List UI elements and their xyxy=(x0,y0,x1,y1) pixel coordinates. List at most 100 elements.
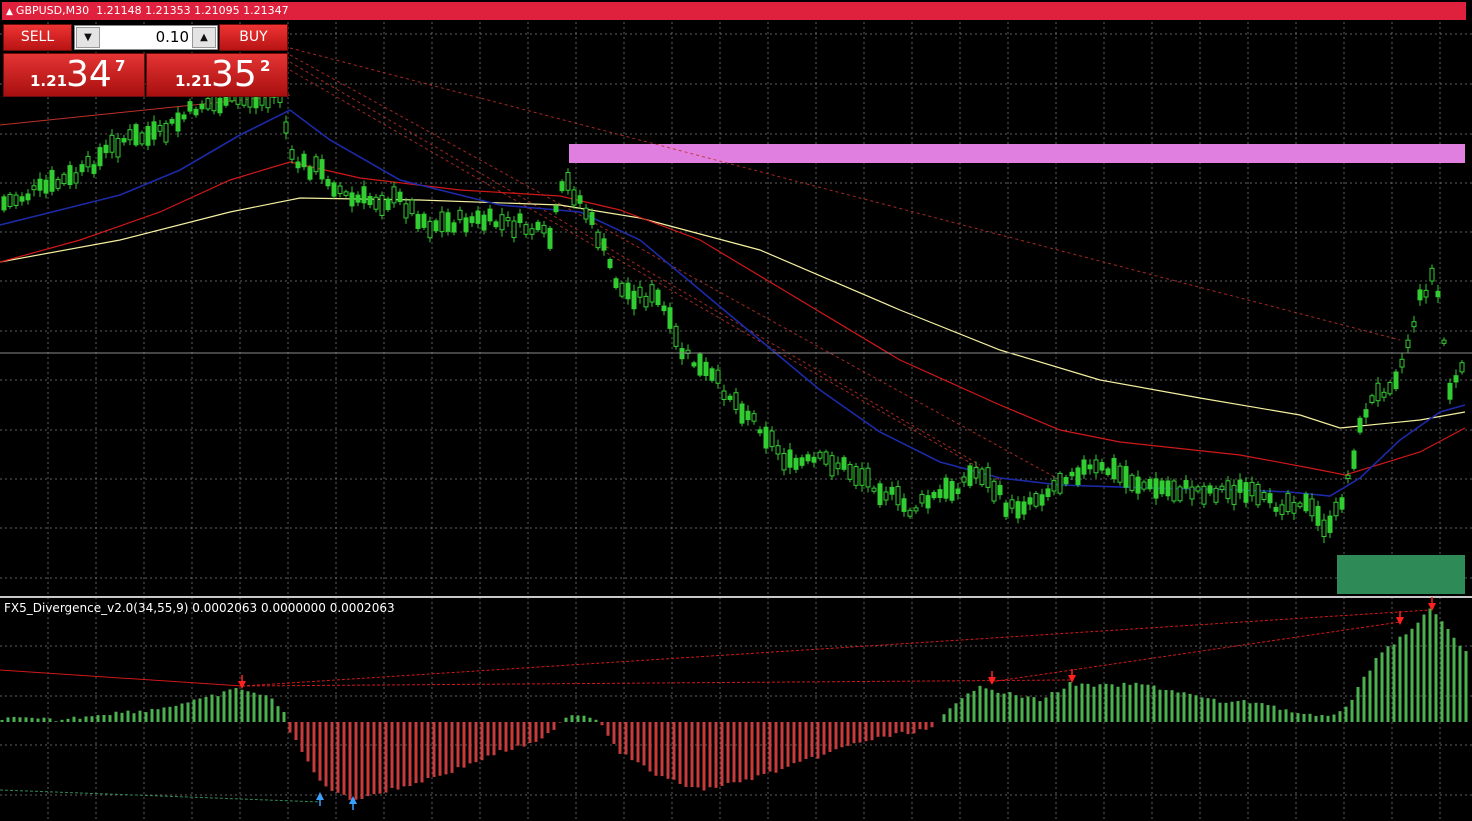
hist-bar-up xyxy=(1158,689,1162,722)
hist-bar-up xyxy=(1464,651,1468,722)
hist-bar-up xyxy=(1206,698,1210,722)
collapse-icon[interactable]: ▲ xyxy=(6,3,13,21)
hist-bar-up xyxy=(186,702,190,722)
hist-bar-up xyxy=(1014,695,1018,722)
candle-body xyxy=(433,220,439,232)
buy-price[interactable]: 1.21 35 2 xyxy=(146,53,288,97)
hist-bar-down xyxy=(366,722,370,797)
candle-body xyxy=(1069,471,1075,477)
hist-bar-up xyxy=(1110,684,1114,722)
hist-bar-up xyxy=(258,694,262,722)
candle-body xyxy=(295,161,301,169)
hist-bar-up xyxy=(1416,622,1420,722)
hist-bar-down xyxy=(504,722,508,752)
candle-body xyxy=(1387,382,1393,395)
sell-price[interactable]: 1.21 34 7 xyxy=(3,53,145,97)
trend-line xyxy=(289,54,1061,481)
hist-bar-down xyxy=(324,722,328,787)
chart-grid xyxy=(0,22,1472,821)
candle-body xyxy=(769,430,775,448)
hist-bar-down xyxy=(678,722,682,784)
hist-bar-down xyxy=(684,722,688,787)
lot-size-value[interactable]: 0.10 xyxy=(103,26,189,49)
hist-bar-down xyxy=(336,722,340,793)
candle-body xyxy=(559,181,565,192)
candle-body xyxy=(1375,382,1381,402)
chevron-up-icon[interactable]: ▲ xyxy=(192,27,216,48)
candle-body xyxy=(919,493,925,504)
hist-bar-up xyxy=(588,717,592,722)
hist-bar-down xyxy=(666,722,670,779)
hist-bar-down xyxy=(420,722,424,783)
candle-body xyxy=(43,179,49,194)
hist-bar-up xyxy=(1002,693,1006,722)
candle-body xyxy=(109,134,115,153)
sell-button[interactable]: SELL xyxy=(3,24,72,51)
hist-bar-down xyxy=(384,722,388,793)
candle-body xyxy=(1207,485,1213,494)
hist-bar-up xyxy=(1146,684,1150,722)
trend-lines xyxy=(0,47,1401,481)
hist-bar-up xyxy=(1254,702,1258,722)
buy-button[interactable]: BUY xyxy=(219,24,288,51)
hist-bar-up xyxy=(270,698,274,722)
candle-body xyxy=(85,155,91,168)
candle-body xyxy=(697,353,703,376)
hist-bar-up xyxy=(126,710,130,722)
candle-body xyxy=(895,486,901,506)
hist-bar-up xyxy=(1392,644,1396,722)
candle-body xyxy=(1303,493,1309,512)
candle-body xyxy=(1081,459,1087,475)
candle-body xyxy=(733,392,739,410)
candle-body xyxy=(1057,472,1063,494)
hist-bar-down xyxy=(372,722,376,795)
candle-body xyxy=(703,361,709,377)
price-chart[interactable] xyxy=(0,0,1472,821)
candle-body xyxy=(1231,484,1237,505)
lot-size-input[interactable]: ▼ 0.10 ▲ xyxy=(74,25,218,50)
candle-body xyxy=(1309,498,1315,517)
candle-body xyxy=(1405,339,1411,348)
candle-body xyxy=(1381,391,1387,398)
hist-bar-up xyxy=(252,692,256,722)
hist-bar-up xyxy=(60,719,64,722)
hist-bar-down xyxy=(624,722,628,755)
hist-bar-down xyxy=(636,722,640,763)
candle-body xyxy=(829,455,835,477)
hist-bar-up xyxy=(984,688,988,722)
candle-body xyxy=(1267,493,1273,504)
candle-body xyxy=(1357,417,1363,433)
chevron-down-icon[interactable]: ▼ xyxy=(76,27,100,48)
hist-bar-down xyxy=(900,722,904,732)
moving-averages xyxy=(0,109,1466,497)
divergence-line xyxy=(241,609,1431,687)
hist-bar-down xyxy=(822,722,826,755)
candle-body xyxy=(1075,467,1081,486)
hist-bar-up xyxy=(1218,702,1222,722)
candle-body xyxy=(1453,375,1459,383)
hist-bar-down xyxy=(492,722,496,756)
hist-bar-up xyxy=(222,691,226,722)
hist-bar-up xyxy=(18,717,22,722)
candle-body xyxy=(1339,497,1345,510)
hist-bar-up xyxy=(54,721,58,722)
candle-body xyxy=(103,144,109,154)
candle-body xyxy=(13,194,19,206)
hist-bar-up xyxy=(1278,709,1282,722)
candle-body xyxy=(787,449,793,468)
hist-bar-down xyxy=(768,722,772,772)
hist-bar-up xyxy=(1320,714,1324,722)
hist-bar-up xyxy=(1098,684,1102,722)
hist-bar-down xyxy=(474,722,478,763)
hist-bar-up xyxy=(1398,636,1402,722)
candle-body xyxy=(883,491,889,501)
candle-body xyxy=(607,259,613,269)
hist-bar-down xyxy=(558,722,562,723)
hist-bar-down xyxy=(804,722,808,760)
candle-body xyxy=(1135,476,1141,494)
candle-body xyxy=(463,217,469,233)
hist-bar-down xyxy=(732,722,736,783)
candle-body xyxy=(493,221,499,228)
candle-body xyxy=(949,481,955,501)
hist-bar-up xyxy=(210,694,214,722)
